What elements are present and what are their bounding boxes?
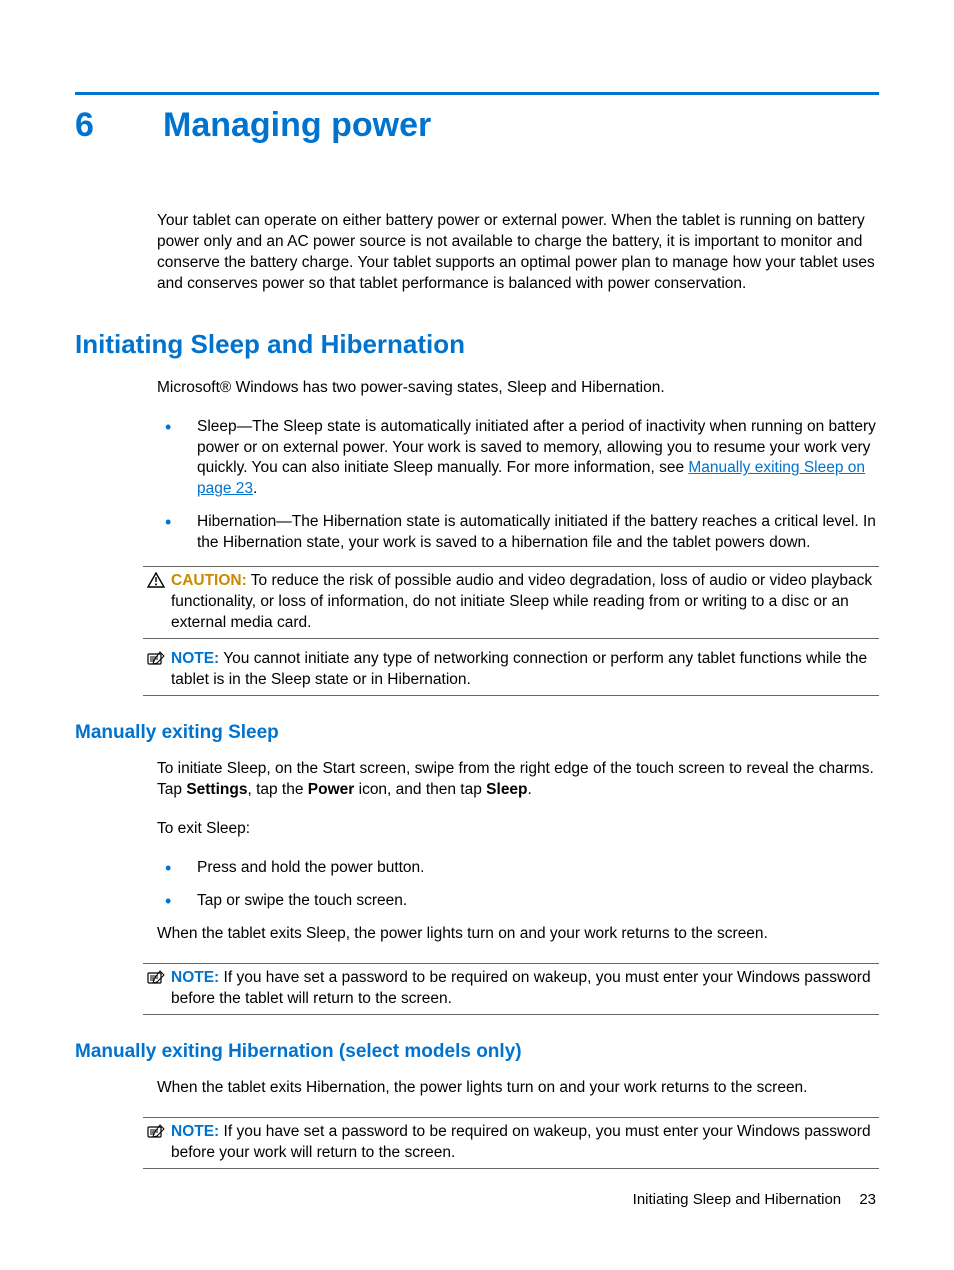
- section1-p1: Microsoft® Windows has two power-saving …: [157, 378, 879, 399]
- warning-icon: [143, 571, 169, 588]
- note-callout: NOTE: If you have set a password to be r…: [143, 963, 879, 1015]
- text: .: [528, 781, 532, 798]
- text: icon, and then tap: [354, 781, 486, 798]
- caution-callout: CAUTION: To reduce the risk of possible …: [143, 566, 879, 639]
- footer-text: Initiating Sleep and Hibernation: [633, 1191, 841, 1208]
- text: , tap the: [247, 781, 307, 798]
- note-icon: [143, 649, 169, 666]
- caution-text: To reduce the risk of possible audio and…: [171, 572, 872, 631]
- section-heading-sleep-hibernation: Initiating Sleep and Hibernation: [75, 327, 879, 362]
- note-text: If you have set a password to be require…: [171, 969, 871, 1007]
- note-label: NOTE:: [171, 969, 219, 986]
- note-icon: [143, 1122, 169, 1139]
- exit-sleep-list: Press and hold the power button. Tap or …: [157, 858, 879, 912]
- caution-label: CAUTION:: [171, 572, 247, 589]
- chapter-rule: [75, 92, 879, 95]
- note-label: NOTE:: [171, 650, 219, 667]
- chapter-number: 6: [75, 103, 163, 149]
- sub2-p1: When the tablet exits Hibernation, the p…: [157, 1078, 879, 1099]
- note-label: NOTE:: [171, 1123, 219, 1140]
- bold-settings: Settings: [186, 781, 247, 798]
- chapter-header: 6 Managing power: [75, 103, 879, 149]
- list-item: Press and hold the power button.: [157, 858, 879, 879]
- note-callout: NOTE: If you have set a password to be r…: [143, 1117, 879, 1169]
- note-text: You cannot initiate any type of networki…: [171, 650, 867, 688]
- list-item-sleep: Sleep—The Sleep state is automatically i…: [157, 417, 879, 501]
- intro-paragraph: Your tablet can operate on either batter…: [157, 211, 879, 295]
- note-callout: NOTE: You cannot initiate any type of ne…: [143, 645, 879, 696]
- note-icon: [143, 968, 169, 985]
- list-item-hibernation: Hibernation—The Hibernation state is aut…: [157, 512, 879, 554]
- list-item: Tap or swipe the touch screen.: [157, 891, 879, 912]
- sleep-hibernation-list: Sleep—The Sleep state is automatically i…: [157, 417, 879, 555]
- chapter-title: Managing power: [163, 103, 431, 149]
- bold-power: Power: [308, 781, 355, 798]
- page-footer: Initiating Sleep and Hibernation 23: [633, 1190, 876, 1210]
- footer-page-number: 23: [859, 1191, 876, 1208]
- sub1-p3: When the tablet exits Sleep, the power l…: [157, 924, 879, 945]
- subsection-manually-exiting-sleep: Manually exiting Sleep: [75, 720, 879, 746]
- subsection-manually-exiting-hibernation: Manually exiting Hibernation (select mod…: [75, 1039, 879, 1065]
- bold-sleep: Sleep: [486, 781, 527, 798]
- sub1-p1: To initiate Sleep, on the Start screen, …: [157, 759, 879, 801]
- sub1-p2: To exit Sleep:: [157, 819, 879, 840]
- li-text: .: [253, 480, 257, 497]
- note-text: If you have set a password to be require…: [171, 1123, 871, 1161]
